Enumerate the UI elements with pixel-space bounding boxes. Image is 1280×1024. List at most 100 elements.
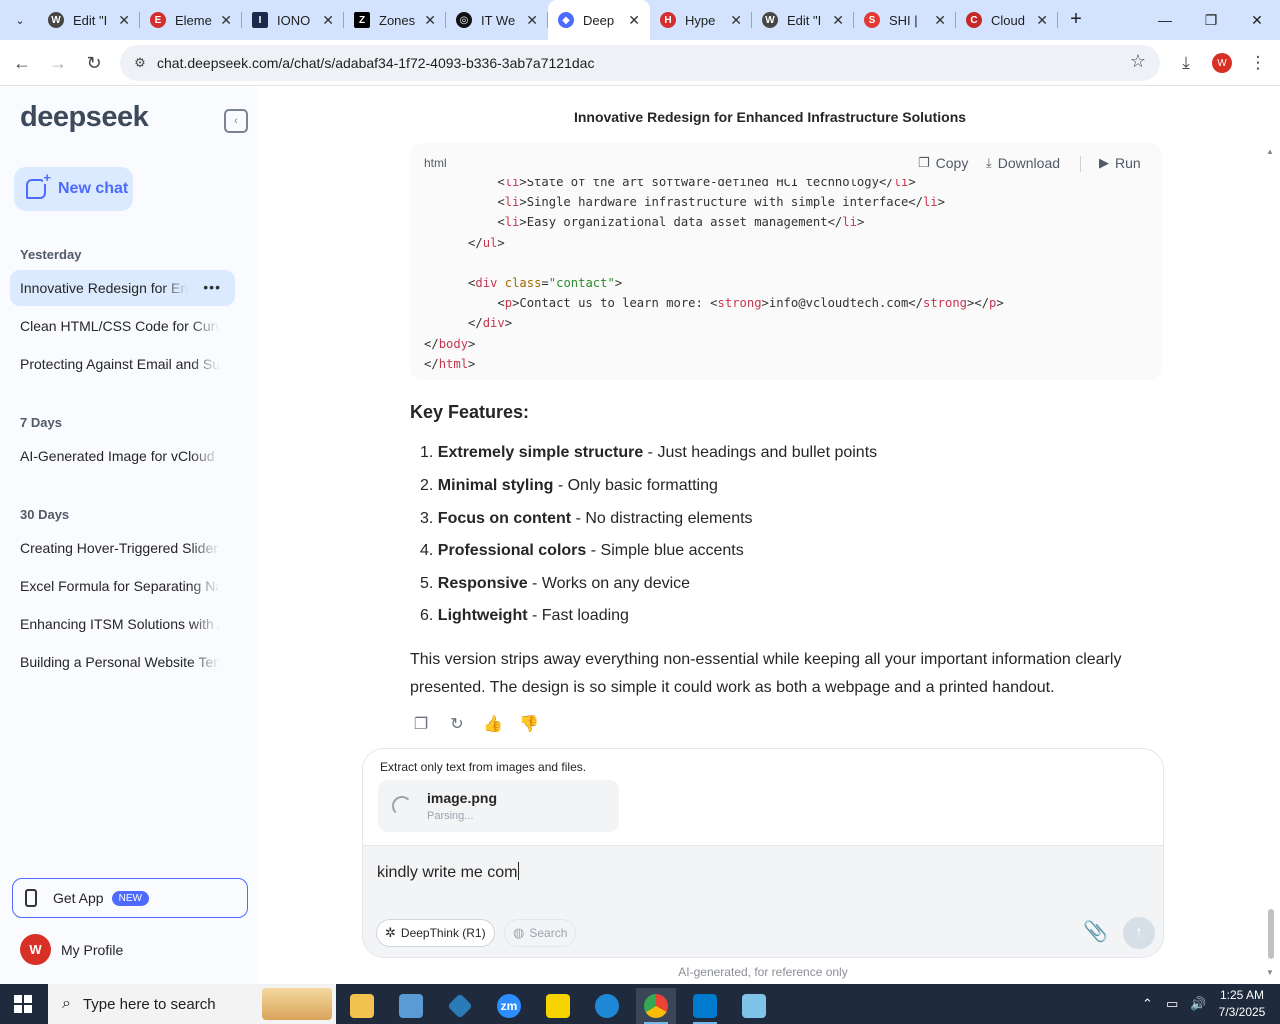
ionos-icon: I	[252, 12, 268, 28]
file-name: image.png	[427, 790, 498, 806]
close-icon[interactable]: ✕	[1036, 12, 1048, 29]
chat-composer: Extract only text from images and files.…	[362, 748, 1164, 958]
back-icon[interactable]: ←	[8, 49, 36, 77]
run-code-button[interactable]: ▶ Run	[1099, 155, 1141, 171]
system-clock[interactable]: 1:25 AM 7/3/2025	[1212, 987, 1272, 1021]
tab-2[interactable]: I IONO ✕	[242, 0, 344, 40]
deepthink-toggle[interactable]: ✲ DeepThink (R1)	[376, 919, 495, 947]
window-close-icon[interactable]: ✕	[1234, 0, 1280, 40]
conversation-item[interactable]: AI-Generated Image for vCloud Tech	[10, 438, 235, 474]
wordpress-icon: W	[48, 12, 64, 28]
conversation-item[interactable]: Enhancing ITSM Solutions with AI	[10, 606, 235, 642]
copy-code-button[interactable]: ❐ Copy	[918, 155, 968, 171]
reload-icon[interactable]: ↻	[80, 49, 108, 77]
openai-icon: ◎	[456, 12, 472, 28]
tab-5[interactable]: ◆ Deep ✕	[548, 0, 650, 40]
conversation-item[interactable]: Excel Formula for Separating Names	[10, 568, 235, 604]
phone-icon	[25, 889, 37, 907]
forward-icon[interactable]: →	[44, 49, 72, 77]
chrome-icon[interactable]	[636, 988, 676, 1024]
tab-search-icon[interactable]: ⌄	[8, 8, 32, 32]
vscode-icon[interactable]	[685, 988, 725, 1024]
extract-note: Extract only text from images and files.	[380, 760, 587, 774]
tab-6[interactable]: H Hype ✕	[650, 0, 752, 40]
search-highlight-image	[262, 988, 332, 1020]
download-code-button[interactable]: ⤓ Download	[986, 155, 1060, 171]
scrollbar-thumb[interactable]	[1268, 909, 1274, 959]
regenerate-icon[interactable]: ↻	[446, 713, 468, 735]
thumbs-down-icon[interactable]: 👎	[518, 713, 540, 735]
more-options-icon[interactable]: •••	[203, 279, 221, 295]
loading-spinner-icon	[392, 796, 412, 816]
close-icon[interactable]: ✕	[628, 12, 640, 29]
search-toggle[interactable]: ◍ Search	[504, 919, 577, 947]
feature-item: 5. Responsive - Works on any device	[420, 575, 691, 592]
deepthink-icon: ✲	[385, 925, 396, 940]
conversation-item[interactable]: Innovative Redesign for Enhanced Infrast…	[10, 270, 235, 306]
browser-tab-strip: ⌄ W Edit "I ✕ E Eleme ✕ I IONO ✕ Z Zones ✕ ◎ IT W…	[0, 0, 1280, 40]
tab-4[interactable]: ◎ IT We ✕	[446, 0, 548, 40]
tab-1[interactable]: E Eleme ✕	[140, 0, 242, 40]
conversation-item[interactable]: Creating Hover-Triggered Slider Effects	[10, 530, 235, 566]
tab-8[interactable]: S SHI | ✕	[854, 0, 956, 40]
new-badge: NEW	[111, 890, 149, 906]
tab-9[interactable]: C Cloud ✕	[956, 0, 1058, 40]
code-block: html ❐ Copy ⤓ Download ▶ Run <li>State of t…	[410, 143, 1162, 380]
message-input[interactable]: kindly write me com	[377, 862, 520, 882]
address-bar[interactable]: ⚙ chat.deepseek.com/a/chat/s/adabaf34-1f…	[120, 45, 1160, 81]
new-chat-button[interactable]: New chat	[14, 167, 133, 211]
minimize-icon[interactable]: —	[1142, 0, 1188, 40]
close-icon[interactable]: ✕	[424, 12, 436, 29]
scroll-down-icon[interactable]: ▼	[1266, 968, 1274, 977]
send-button[interactable]: ↑	[1123, 917, 1155, 949]
menu-icon[interactable]: ⋮	[1244, 49, 1272, 77]
edge-icon[interactable]	[587, 988, 627, 1024]
volume-icon[interactable]: 🔊	[1190, 984, 1206, 1024]
code-language-label: html	[424, 156, 447, 170]
tab-0[interactable]: W Edit "I ✕	[38, 0, 140, 40]
tab-3[interactable]: Z Zones ✕	[344, 0, 446, 40]
url-text[interactable]: chat.deepseek.com/a/chat/s/adabaf34-1f72…	[157, 55, 594, 71]
get-app-button[interactable]: Get App NEW	[12, 878, 248, 918]
feature-item: 2. Minimal styling - Only basic formatti…	[420, 477, 718, 494]
restore-icon[interactable]: ❐	[1188, 0, 1234, 40]
deepseek-logo[interactable]: deepseek	[20, 101, 149, 134]
close-icon[interactable]: ✕	[526, 12, 538, 29]
conversation-item[interactable]: Building a Personal Website Template	[10, 644, 235, 680]
close-icon[interactable]: ✕	[730, 12, 742, 29]
network-icon[interactable]: ▭	[1166, 984, 1178, 1024]
new-tab-button[interactable]: +	[1064, 8, 1088, 32]
close-icon[interactable]: ✕	[832, 12, 844, 29]
close-icon[interactable]: ✕	[220, 12, 232, 29]
attached-file-card[interactable]: image.png Parsing...	[378, 780, 619, 832]
close-icon[interactable]: ✕	[934, 12, 946, 29]
conversation-item[interactable]: Protecting Against Email and Supply Chai…	[10, 346, 235, 382]
file-explorer-icon[interactable]	[342, 988, 382, 1024]
windows-start-icon[interactable]	[14, 995, 32, 1013]
close-icon[interactable]: ✕	[118, 12, 130, 29]
copy-icon[interactable]: ❐	[410, 713, 432, 735]
tab-7[interactable]: W Edit "I ✕	[752, 0, 854, 40]
thumbs-up-icon[interactable]: 👍	[482, 713, 504, 735]
conversation-item[interactable]: Clean HTML/CSS Code for Curved Slider	[10, 308, 235, 344]
site-info-icon[interactable]: ⚙	[128, 51, 152, 75]
show-hidden-icons[interactable]: ⌃	[1142, 984, 1153, 1024]
sticky-notes-icon[interactable]	[538, 988, 578, 1024]
zones-icon: Z	[354, 12, 370, 28]
my-profile-button[interactable]: W My Profile	[20, 934, 123, 965]
bookmark-star-icon[interactable]: ☆	[1130, 51, 1146, 72]
paperclip-icon[interactable]: 📎	[1083, 919, 1108, 944]
scroll-up-icon[interactable]: ▲	[1266, 147, 1274, 156]
close-icon[interactable]: ✕	[322, 12, 334, 29]
snipping-tool-icon[interactable]	[391, 988, 431, 1024]
download-icon[interactable]: ⤓	[1172, 49, 1200, 77]
app-icon[interactable]	[440, 988, 480, 1024]
sidebar: deepseek ‹ New chat Yesterday Innovative…	[0, 87, 258, 984]
wordpress-icon: W	[762, 12, 778, 28]
deepseek-icon: ◆	[558, 12, 574, 28]
tabs: W Edit "I ✕ E Eleme ✕ I IONO ✕ Z Zones ✕ ◎ IT We ✕…	[38, 0, 1058, 40]
collapse-sidebar-icon[interactable]: ‹	[224, 109, 248, 133]
zoom-icon[interactable]: zm	[489, 988, 529, 1024]
notepad-icon[interactable]	[734, 988, 774, 1024]
profile-button[interactable]: W	[1208, 49, 1236, 77]
